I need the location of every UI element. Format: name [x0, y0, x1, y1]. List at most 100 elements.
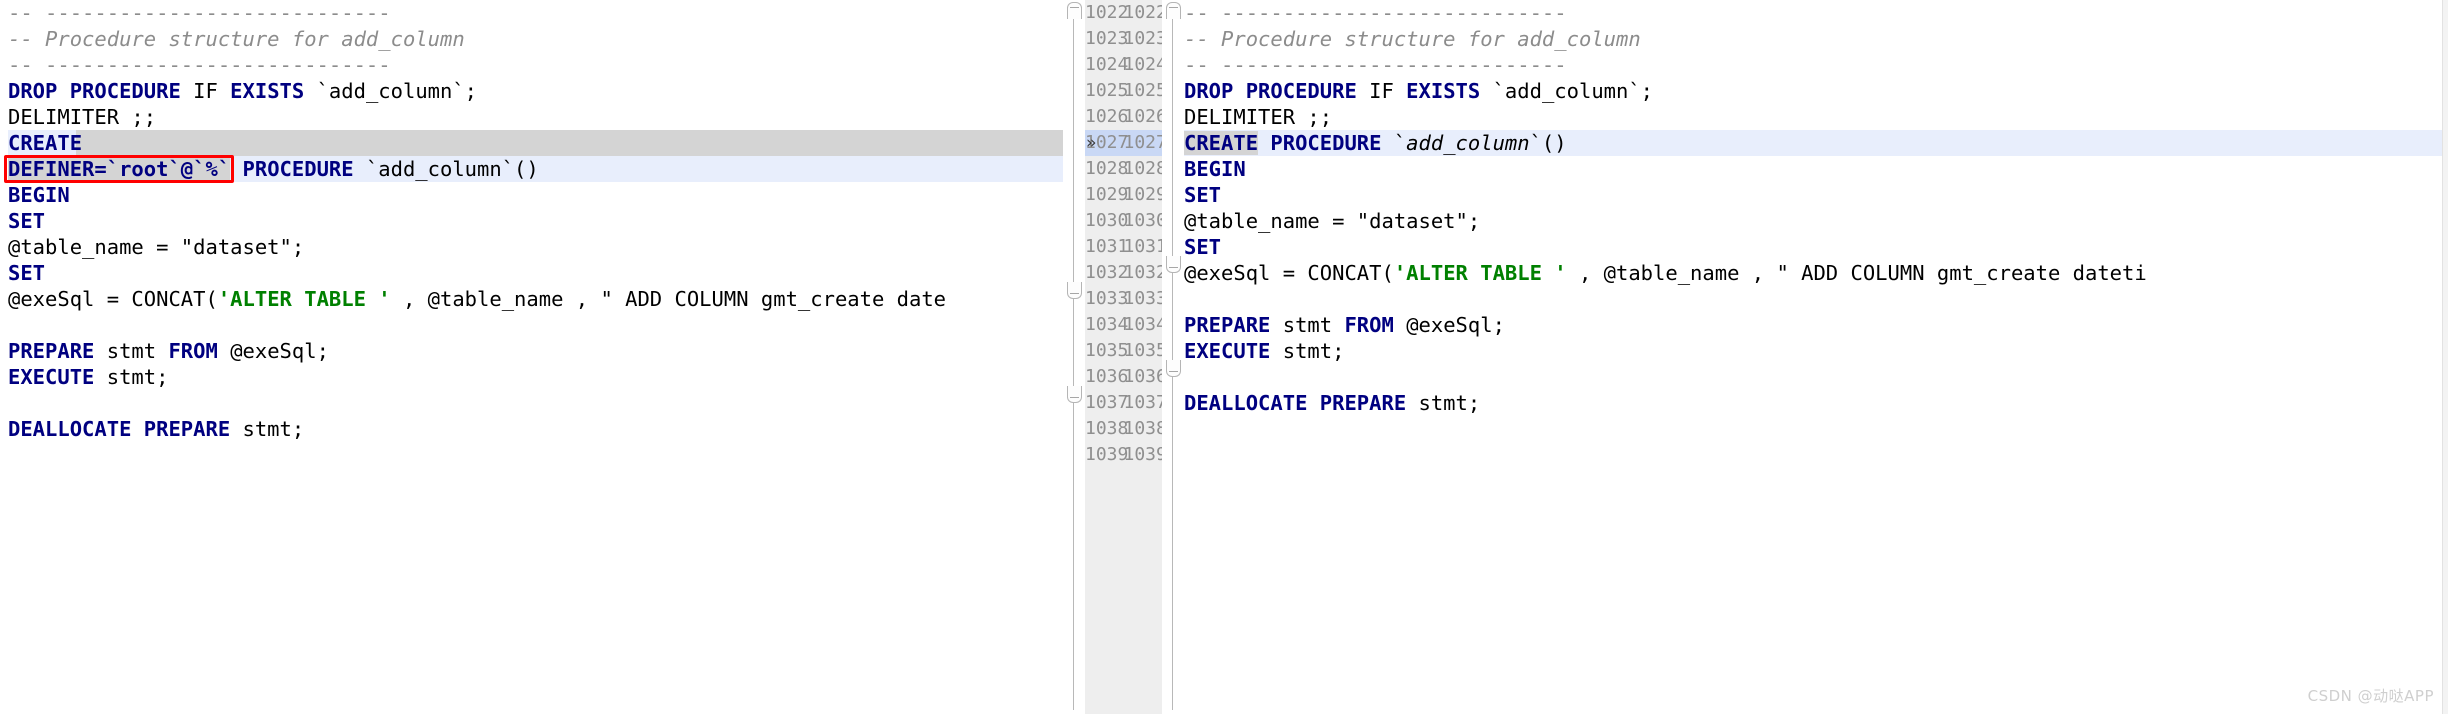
gutter-row[interactable]: 1025 1025 [1085, 78, 1167, 104]
diff-line-number-gutter[interactable]: 1022 1022 1023 1023 1024 1024 1025 1025 1026 1026… [1085, 0, 1167, 714]
code-token: `add_column`; [316, 79, 478, 103]
gutter-row[interactable]: » 1027 1027 [1085, 130, 1167, 156]
diff-viewer: -- ---------------------------- -- Proced… [0, 0, 2448, 714]
code-line[interactable]: SET [1184, 182, 2448, 208]
gutter-row[interactable]: 1036 1036 [1085, 364, 1167, 390]
gutter-row[interactable]: 1026 1026 [1085, 104, 1167, 130]
code-line[interactable]: @table_name = "dataset"; [1184, 208, 2448, 234]
left-fold-strip[interactable] [1063, 0, 1085, 714]
code-token: EXECUTE [8, 365, 107, 389]
code-line[interactable]: @exeSql = CONCAT('ALTER TABLE ' , @table… [1184, 260, 2448, 286]
code-token: FROM [168, 339, 231, 363]
code-line[interactable]: -- Procedure structure for add_column [1184, 26, 2448, 52]
fold-collapse-mid-icon[interactable] [1166, 256, 1181, 273]
code-token: CREATE [8, 131, 83, 155]
apply-change-chevron-icon[interactable]: » [1086, 130, 1096, 156]
gutter-line-number-left: 1028 [1085, 158, 1129, 179]
gutter-line-number-right: 1027 [1123, 132, 1167, 153]
gutter-line-number-left: 1034 [1085, 314, 1129, 335]
gutter-line-number-left: 1032 [1085, 262, 1129, 283]
gutter-row[interactable]: 1039 1039 [1085, 442, 1167, 468]
code-line[interactable]: DEALLOCATE PREPARE stmt; [8, 416, 1063, 442]
gutter-row[interactable]: 1032 1032 [1085, 260, 1167, 286]
code-token: SET [8, 261, 46, 285]
code-token: SET [1184, 235, 1222, 259]
gutter-row[interactable]: 1035 1035 [1085, 338, 1167, 364]
code-token: `add_column`() [365, 157, 539, 181]
code-line[interactable]: DELIMITER ;; [1184, 104, 2448, 130]
code-line[interactable] [1184, 416, 2448, 442]
left-editor-pane[interactable]: -- ---------------------------- -- Proced… [0, 0, 1085, 714]
right-fold-strip[interactable] [1162, 0, 1184, 714]
code-token: ` [1393, 131, 1407, 155]
code-line[interactable]: DELIMITER ;; [8, 104, 1063, 130]
code-line[interactable]: PREPARE stmt FROM @exeSql; [1184, 312, 2448, 338]
right-editor-pane[interactable]: -- ---------------------------- -- Proced… [1162, 0, 2448, 714]
code-line[interactable]: -- ---------------------------- [8, 0, 1063, 26]
code-line[interactable]: DROP PROCEDURE IF EXISTS `add_column`; [8, 78, 1063, 104]
gutter-row[interactable]: 1038 1038 [1085, 416, 1167, 442]
code-line[interactable]: SET [8, 260, 1063, 286]
fold-collapse-bottom-icon[interactable] [1067, 386, 1082, 403]
code-line[interactable]: DROP PROCEDURE IF EXISTS `add_column`; [1184, 78, 2448, 104]
gutter-line-number-left: 1035 [1085, 340, 1129, 361]
code-line[interactable]: SET [1184, 234, 2448, 260]
fold-collapse-bottom-icon[interactable] [1166, 360, 1181, 377]
gutter-line-number-right: 1026 [1123, 106, 1167, 127]
gutter-row[interactable]: 1028 1028 [1085, 156, 1167, 182]
code-line[interactable]: @exeSql = CONCAT('ALTER TABLE ' , @table… [8, 286, 1063, 312]
code-line[interactable]: @table_name = "dataset"; [8, 234, 1063, 260]
code-line[interactable]: -- ---------------------------- [8, 52, 1063, 78]
gutter-line-number-right: 1022 [1123, 2, 1167, 23]
code-line[interactable]: BEGIN [1184, 156, 2448, 182]
gutter-row[interactable]: 1031 1031 [1085, 234, 1167, 260]
gutter-row[interactable]: 1034 1034 [1085, 312, 1167, 338]
code-line[interactable]: PREPARE stmt FROM @exeSql; [8, 338, 1063, 364]
gutter-line-number-right: 1025 [1123, 80, 1167, 101]
code-line[interactable]: BEGIN [8, 182, 1063, 208]
code-line[interactable] [8, 312, 1063, 338]
fold-collapse-top-icon[interactable] [1067, 2, 1082, 19]
right-code-area[interactable]: -- ---------------------------- -- Proced… [1184, 0, 2448, 714]
code-line[interactable] [8, 390, 1063, 416]
code-line[interactable] [1184, 286, 2448, 312]
gutter-line-number-right: 1037 [1123, 392, 1167, 413]
gutter-line-number-left: 1022 [1085, 2, 1129, 23]
code-line[interactable]: SET [8, 208, 1063, 234]
code-line[interactable]: -- ---------------------------- [1184, 0, 2448, 26]
left-code-area[interactable]: -- ---------------------------- -- Proced… [8, 0, 1063, 714]
code-line[interactable]: -- Procedure structure for add_column [8, 26, 1063, 52]
gutter-row[interactable]: 1023 1023 [1085, 26, 1167, 52]
code-line[interactable]: EXECUTE stmt; [1184, 338, 2448, 364]
code-line[interactable] [8, 442, 1063, 468]
fold-range-line [1073, 12, 1074, 710]
code-line[interactable]: EXECUTE stmt; [8, 364, 1063, 390]
code-line[interactable]: CREATE [8, 130, 1063, 156]
gutter-line-number-left: 1036 [1085, 366, 1129, 387]
gutter-row[interactable]: 1037 1037 [1085, 390, 1167, 416]
gutter-row[interactable]: 1022 1022 [1085, 0, 1167, 26]
gutter-row[interactable]: 1030 1030 [1085, 208, 1167, 234]
code-line[interactable]: CREATE PROCEDURE `add_column`() [1184, 130, 2448, 156]
code-token: stmt; [1418, 391, 1481, 415]
gutter-line-number-right: 1033 [1123, 288, 1167, 309]
code-token: BEGIN [8, 183, 70, 207]
gutter-line-number-left: 1023 [1085, 28, 1129, 49]
fold-collapse-top-icon[interactable] [1166, 2, 1181, 19]
code-line[interactable]: DEFINER=`root`@`%` PROCEDURE `add_column… [8, 156, 1063, 182]
gutter-row[interactable]: 1024 1024 [1085, 52, 1167, 78]
code-token: stmt; [1282, 339, 1345, 363]
code-token: PROCEDURE [1258, 131, 1394, 155]
code-token: 'ALTER TABLE ' [217, 287, 391, 311]
fold-collapse-mid-icon[interactable] [1067, 282, 1082, 299]
vertical-scrollbar[interactable] [2442, 0, 2448, 714]
code-token: DEFINER=`root`@`%` [8, 157, 231, 181]
gutter-row[interactable]: 1033 1033 [1085, 286, 1167, 312]
gutter-line-number-right: 1030 [1123, 210, 1167, 231]
code-line[interactable] [1184, 364, 2448, 390]
code-line[interactable]: -- ---------------------------- [1184, 52, 2448, 78]
code-line[interactable]: DEALLOCATE PREPARE stmt; [1184, 390, 2448, 416]
gutter-row[interactable]: 1029 1029 [1085, 182, 1167, 208]
gutter-line-number-right: 1035 [1123, 340, 1167, 361]
